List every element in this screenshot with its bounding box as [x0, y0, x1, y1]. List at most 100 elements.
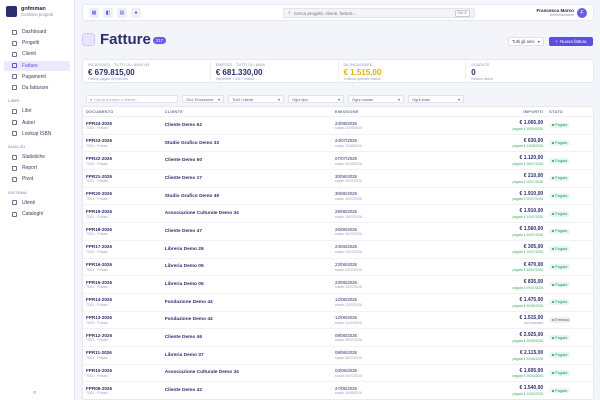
avatar[interactable]: F	[577, 7, 587, 18]
pivot-icon	[12, 176, 17, 182]
client-name[interactable]: Cliente Demo 47	[165, 229, 335, 234]
global-search-input[interactable]	[293, 10, 452, 16]
new-invoice-button[interactable]: + Nuova fattura	[549, 37, 593, 46]
table-row[interactable]: FPR17-2026 TD01 · Privato Libreria Demo …	[83, 241, 593, 259]
client-name[interactable]: Cliente Demo 17	[165, 176, 335, 181]
client-filter[interactable]: Tutti i clienti ▾	[228, 95, 284, 103]
document-number[interactable]: FPR12-2026	[86, 333, 165, 338]
status-badge: Pagata	[549, 264, 570, 270]
client-name[interactable]: Fondazione Demo 44	[165, 317, 335, 322]
document-number[interactable]: FPR10-2026	[86, 368, 165, 373]
global-search[interactable]: ⌕ Ctrl K	[283, 8, 475, 18]
table-row[interactable]: FPR21-2026 TD01 · Privato Cliente Demo 1…	[83, 170, 593, 188]
book-icon[interactable]: ▤	[117, 8, 127, 18]
sidebar-item-clienti[interactable]: Clienti	[4, 49, 70, 59]
type-filter[interactable]: Ogni tipo ▾	[288, 95, 344, 103]
table-row[interactable]: FPR23-2026 TD01 · Privato Studio Grafico…	[83, 135, 593, 153]
amount: € 1.120,00	[519, 155, 544, 162]
document-number[interactable]: FPR09-2026	[86, 386, 165, 391]
document-number[interactable]: FPR18-2026	[86, 227, 165, 232]
client-name[interactable]: Cliente Demo 42	[165, 388, 335, 393]
client-name[interactable]: Cliente Demo 50	[165, 158, 335, 163]
document-number[interactable]: FPR15-2026	[86, 280, 165, 285]
status-filter[interactable]: Ogni stato ▾	[408, 95, 464, 103]
table-row[interactable]: FPR09-2026 TD01 · Privato Cliente Demo 4…	[83, 382, 593, 399]
document-number[interactable]: FPR11-2026	[86, 350, 165, 355]
sidebar-item-autori[interactable]: Autori	[4, 118, 70, 128]
payment-note: pagata il 28/07/2026	[512, 162, 544, 167]
document-number[interactable]: FPR20-2026	[86, 191, 165, 196]
document-number[interactable]: FPR14-2026	[86, 297, 165, 302]
channel-filter[interactable]: Ogni canale ▾	[348, 95, 404, 103]
table-row[interactable]: FPR10-2026 TD01 · Privato Associazione C…	[83, 365, 593, 383]
table-row[interactable]: FPR11-2026 TD01 · Privato Libreria Demo …	[83, 347, 593, 365]
header-importo[interactable]: IMPORTO	[445, 110, 550, 114]
sidebar-item-lookup-isbn[interactable]: Lookup ISBN	[4, 129, 70, 139]
sidebar-item-pivot[interactable]: Pivot	[4, 174, 70, 184]
sort-select[interactable]: Ord. Emissione ▾	[182, 95, 224, 103]
table-row[interactable]: FPR20-2026 TD01 · Privato Studio Grafico…	[83, 188, 593, 206]
table-row[interactable]: FPR16-2026 TD01 · Privato Libreria Demo …	[83, 259, 593, 277]
document-number[interactable]: FPR23-2026	[86, 138, 165, 143]
sidebar-item-fatture[interactable]: Fatture	[4, 60, 70, 71]
sidebar-item-progetti[interactable]: Progetti	[4, 38, 70, 48]
invoice-search[interactable]: ⌕ Cerca numero o cliente...	[86, 95, 178, 103]
client-name[interactable]: Libreria Demo 37	[165, 353, 335, 358]
sidebar-item-report[interactable]: Report	[4, 163, 70, 173]
client-name[interactable]: Libreria Demo 05	[165, 282, 335, 287]
table-row[interactable]: FPR12-2026 TD01 · Privato Cliente Demo 4…	[83, 329, 593, 347]
header-stato[interactable]: STATO	[549, 110, 593, 114]
client-name[interactable]: Studio Grafico Demo 49	[165, 194, 335, 199]
invoice-icon	[82, 33, 95, 46]
sidebar-item-libri[interactable]: Libri	[4, 106, 70, 116]
table-row[interactable]: FPR14-2026 TD01 · Privato Fondazione Dem…	[83, 294, 593, 312]
user-menu[interactable]: Francesca Marco Amministratore F	[536, 7, 587, 18]
user-icon[interactable]: ●	[131, 8, 141, 18]
table-row[interactable]: FPR19-2026 TD01 · Privato Associazione C…	[83, 205, 593, 224]
year-select[interactable]: Tutti gli anni ▾	[508, 37, 544, 46]
document-number[interactable]: FPR16-2026	[86, 262, 165, 267]
dashboard-icon	[12, 29, 17, 35]
client-name[interactable]: Fondazione Demo 44	[165, 300, 335, 305]
table-row[interactable]: FPR18-2026 TD01 · Privato Cliente Demo 4…	[83, 223, 593, 241]
client-name[interactable]: Cliente Demo 62	[165, 123, 335, 128]
sidebar-item-pagamenti[interactable]: Pagamenti	[4, 72, 70, 82]
collapse-sidebar-button[interactable]: «	[33, 390, 36, 396]
document-type: TD01 · Privato	[86, 161, 108, 166]
document-number[interactable]: FPR21-2026	[86, 174, 165, 179]
sidebar-item-dashboard[interactable]: Dashboard	[4, 27, 70, 37]
sidebar-item-utenti[interactable]: Utenti	[4, 198, 70, 208]
header-cliente[interactable]: CLIENTE	[165, 110, 335, 114]
layers-icon[interactable]: ◧	[103, 8, 113, 18]
invoice-count-badge: 217	[153, 37, 166, 44]
document-number[interactable]: FPR17-2026	[86, 244, 165, 249]
document-number[interactable]: FPR22-2026	[86, 156, 165, 161]
client-name[interactable]: Libreria Demo 05	[165, 264, 335, 269]
document-number[interactable]: FPR19-2026	[86, 209, 165, 214]
client-name[interactable]: Associazione Culturale Demo 34	[165, 370, 335, 375]
table-row[interactable]: FPR24-2026 TD01 · Privato Cliente Demo 6…	[83, 117, 593, 135]
payment-note: pagata il 10/07/2026	[512, 250, 544, 255]
client-name[interactable]: Associazione Culturale Demo 34	[165, 211, 335, 216]
header-documento[interactable]: DOCUMENTO	[83, 110, 165, 114]
grid-icon[interactable]: ▦	[89, 8, 99, 18]
issue-date: 12/06/2026	[335, 297, 357, 303]
sidebar-item-cataloghi[interactable]: Cataloghi	[4, 209, 70, 219]
sidebar-item-label: Lookup ISBN	[22, 130, 52, 137]
issue-date: 12/06/2026	[335, 315, 357, 321]
sidebar-item-da-fatturare[interactable]: Da fatturare	[4, 83, 70, 93]
sidebar-item-statistiche[interactable]: Statistiche	[4, 152, 70, 162]
header-emissione[interactable]: EMISSIONE	[335, 110, 445, 114]
due-date: scade 03/07/2026	[335, 373, 362, 378]
client-name[interactable]: Studio Grafico Demo 33	[165, 141, 335, 146]
table-row[interactable]: FPR22-2026 TD01 · Privato Cliente Demo 5…	[83, 152, 593, 171]
table-row[interactable]: FPR13-2026 TD01 · Privato Fondazione Dem…	[83, 312, 593, 330]
client-name[interactable]: Libreria Demo 29	[165, 247, 335, 252]
document-number[interactable]: FPR24-2026	[86, 121, 165, 126]
client-name[interactable]: Cliente Demo 46	[165, 335, 335, 340]
status-label: Pagata	[555, 353, 568, 358]
brand[interactable]: gnfmman Gestione progetti	[0, 0, 74, 23]
table-row[interactable]: FPR15-2026 TD01 · Privato Libreria Demo …	[83, 276, 593, 294]
status-dot-icon	[551, 336, 554, 339]
document-number[interactable]: FPR13-2026	[86, 315, 165, 320]
